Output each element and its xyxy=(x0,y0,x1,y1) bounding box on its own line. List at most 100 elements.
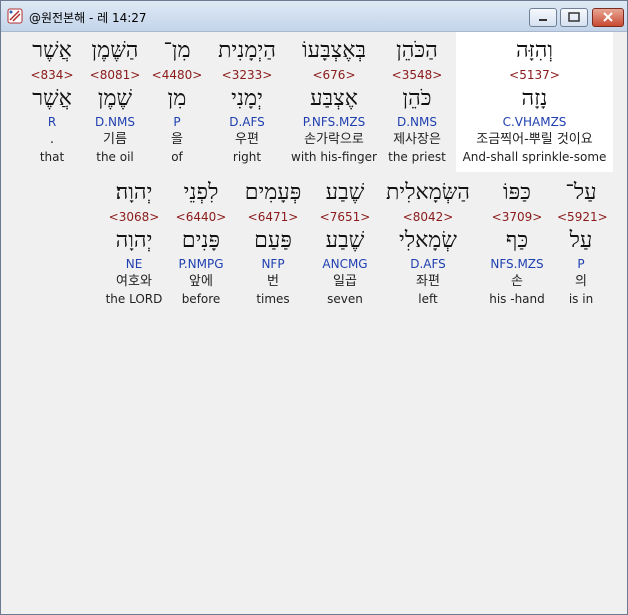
morphology-code: P.NMPG xyxy=(178,257,224,271)
english-gloss: of xyxy=(171,150,183,164)
hebrew-word: הַכֹּהֵן xyxy=(396,38,438,63)
word-cell[interactable]: בְּאֶצְבָּעוֹ <676> אֶצְבַּע P.NFS.MZS 손… xyxy=(289,36,379,172)
hebrew-lexeme: מִן xyxy=(167,86,187,111)
morphology-code: P.NFS.MZS xyxy=(302,115,366,129)
english-gloss: that xyxy=(39,150,65,164)
hebrew-lexeme: יְהוָה xyxy=(115,228,153,253)
word-cell[interactable]: הַכֹּהֵן <3548> כֹּהֵן D.NMS 제사장은 the pr… xyxy=(382,36,452,172)
hebrew-lexeme: פָּנִים xyxy=(181,228,221,253)
strong-number-link[interactable]: <4480> xyxy=(151,68,203,82)
english-gloss: And-shall sprinkle-some xyxy=(462,150,607,164)
strong-number-link[interactable]: <676> xyxy=(289,68,379,82)
english-gloss: his -hand xyxy=(489,292,545,306)
hebrew-lexeme: אֲשֶׁר xyxy=(32,86,72,111)
english-gloss: left xyxy=(418,292,438,306)
strong-number-link[interactable]: <3233> xyxy=(207,68,287,82)
korean-gloss: 좌편 xyxy=(416,274,440,289)
hebrew-word: הַשֶּׁמֶן xyxy=(91,38,139,63)
morphology-code: D.NMS xyxy=(396,115,437,129)
hebrew-word: כַּפּוֹ xyxy=(503,180,531,205)
hebrew-word: יְהוָה׃ xyxy=(115,180,153,205)
english-gloss: is in xyxy=(568,292,594,306)
word-cell[interactable]: וְהִזָּה <5137> נָזָה C.VHAMZS 조금찍어-뿌릴 것… xyxy=(456,36,613,172)
english-gloss: the priest xyxy=(388,150,446,164)
app-window: @원전본해 - 레 14:27 וְהִזָּה <5137> נָזָה C.… xyxy=(0,0,628,615)
word-cell[interactable]: כַּפּוֹ <3709> כַּף NFS.MZS 손 his -hand xyxy=(481,178,553,314)
morphology-code: P xyxy=(577,257,585,271)
maximize-icon xyxy=(568,12,580,22)
title-bar[interactable]: @원전본해 - 레 14:27 xyxy=(1,1,627,32)
hebrew-lexeme: אֶצְבַּע xyxy=(310,86,358,111)
hebrew-word: בְּאֶצְבָּעוֹ xyxy=(301,38,366,63)
korean-gloss: 기름 xyxy=(103,132,127,147)
word-cell[interactable]: פְּעָמִים <6471> פַּעַם NFP 번 times xyxy=(235,178,311,314)
hebrew-lexeme: עַל xyxy=(569,228,593,253)
hebrew-lexeme: נָזָה xyxy=(521,86,548,111)
english-gloss: with his-finger xyxy=(291,150,377,164)
morphology-code: NE xyxy=(125,257,143,271)
word-cell[interactable]: עַל־ <5921> עַל P 의 is in xyxy=(557,178,608,314)
strong-number-link[interactable]: <6440> xyxy=(171,210,231,224)
word-cell[interactable]: אֲשֶׁר <834> אֲשֶׁר R . that xyxy=(23,36,81,172)
close-icon xyxy=(603,12,613,22)
hebrew-word: מִן־ xyxy=(163,38,191,63)
strong-number-link[interactable]: <6471> xyxy=(235,210,311,224)
strong-number-link[interactable]: <8081> xyxy=(85,68,145,82)
korean-gloss: 우편 xyxy=(235,132,259,147)
morphology-code: C.VHAMZS xyxy=(502,115,567,129)
morphology-code: D.AFS xyxy=(410,257,446,271)
word-cell[interactable]: הַיְמָנִית <3233> יְמָנִי D.AFS 우편 right xyxy=(207,36,287,172)
word-cell[interactable]: יְהוָה׃ <3068> יְהוָה NE 여호와 the LORD xyxy=(101,178,167,314)
morphology-code: D.NMS xyxy=(94,115,135,129)
word-cell[interactable]: לִפְנֵי <6440> פָּנִים P.NMPG 앞에 before xyxy=(171,178,231,314)
korean-gloss: 앞에 xyxy=(189,274,213,289)
strong-number-link[interactable]: <7651> xyxy=(315,210,375,224)
strong-number-link[interactable]: <5921> xyxy=(557,210,608,224)
korean-gloss: 번 xyxy=(267,274,279,289)
morphology-code: NFP xyxy=(261,257,285,271)
verse-panel: וְהִזָּה <5137> נָזָה C.VHAMZS 조금찍어-뿌릴 것… xyxy=(1,32,627,614)
strong-number-link[interactable]: <3548> xyxy=(382,68,452,82)
hebrew-word: וְהִזָּה xyxy=(515,38,554,63)
hebrew-lexeme: פַּעַם xyxy=(254,228,292,253)
korean-gloss: 손가락으로 xyxy=(304,132,364,147)
strong-number-link[interactable]: <834> xyxy=(23,68,81,82)
close-button[interactable] xyxy=(592,8,624,27)
strong-number-link[interactable]: <8042> xyxy=(379,210,477,224)
strong-number-link[interactable]: <5137> xyxy=(456,68,613,82)
word-cell[interactable]: הַשֶּׁמֶן <8081> שֶׁמֶן D.NMS 기름 the oil xyxy=(85,36,145,172)
morphology-code: NFS.MZS xyxy=(490,257,544,271)
korean-gloss: 여호와 xyxy=(116,274,152,289)
hebrew-word: הַיְמָנִית xyxy=(218,38,276,63)
word-cell[interactable]: שֶׁבַע <7651> שֶׁבַע ANCMG 일곱 seven xyxy=(315,178,375,314)
app-icon[interactable] xyxy=(7,8,23,24)
strong-number-link[interactable]: <3068> xyxy=(101,210,167,224)
morphology-code: R xyxy=(47,115,57,129)
english-gloss: the oil xyxy=(96,150,134,164)
hebrew-lexeme: יְמָנִי xyxy=(231,86,263,111)
minimize-icon xyxy=(539,19,547,21)
word-cell[interactable]: הַשְּׂמָאלִית <8042> שְׂמָאלִי D.AFS 좌편 … xyxy=(379,178,477,314)
korean-gloss: 제사장은 xyxy=(393,132,441,147)
hebrew-word: עַל־ xyxy=(565,180,597,205)
english-gloss: the LORD xyxy=(105,292,163,306)
strong-number-link[interactable]: <3709> xyxy=(481,210,553,224)
hebrew-lexeme: כַּף xyxy=(505,228,529,253)
morphology-code: D.AFS xyxy=(229,115,265,129)
korean-gloss: 일곱 xyxy=(333,274,357,289)
word-cell[interactable]: מִן־ <4480> מִן P 을 of xyxy=(151,36,203,172)
hebrew-word: שֶׁבַע xyxy=(325,180,365,205)
maximize-button[interactable] xyxy=(560,8,588,27)
window-title: @원전본해 - 레 14:27 xyxy=(29,11,147,25)
hebrew-lexeme: שֶׁמֶן xyxy=(97,86,133,111)
korean-gloss: 손 xyxy=(511,274,523,289)
english-gloss: before xyxy=(181,292,221,306)
hebrew-lexeme: שֶׁבַע xyxy=(325,228,365,253)
minimize-button[interactable] xyxy=(529,8,557,27)
korean-gloss: 의 xyxy=(575,274,587,289)
hebrew-word: לִפְנֵי xyxy=(183,180,219,205)
hebrew-lexeme: שְׂמָאלִי xyxy=(399,228,457,253)
hebrew-word: פְּעָמִים xyxy=(244,180,302,205)
korean-gloss: 을 xyxy=(171,132,183,147)
english-gloss: times xyxy=(256,292,290,306)
